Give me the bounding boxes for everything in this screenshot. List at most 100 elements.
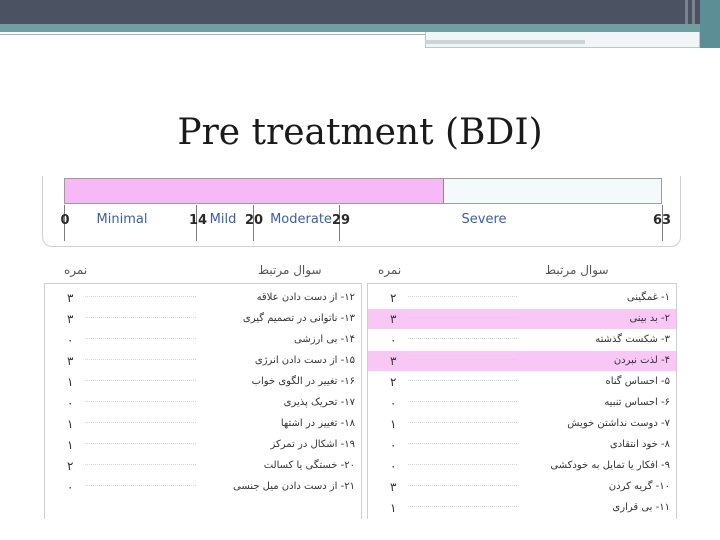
table-row: ۳ ۲- بد بینی — [368, 309, 676, 329]
row-leader-dots — [85, 443, 197, 444]
table-row: ۰ ۳- شکست گذشته — [368, 330, 676, 350]
row-score: ۲ — [390, 375, 397, 389]
row-leader-dots — [408, 380, 517, 381]
row-leader-dots — [85, 422, 197, 423]
right-question-header: سوال مرتبط — [545, 263, 609, 277]
row-question: ۱۲- از دست دادن علاقه — [256, 292, 355, 303]
row-score: ۰ — [67, 396, 74, 410]
table-row: ۱ ۱۹- اشکال در تمرکز — [45, 435, 361, 455]
scale-label-moderate: Moderate — [270, 212, 332, 227]
row-question: ۱۰- گریه کردن — [608, 481, 670, 492]
table-row: ۳ ۱۳- ناتوانی در تصمیم گیری — [45, 309, 361, 329]
row-score: ۳ — [390, 312, 397, 326]
table-row: ۰ ۱۴- بی ارزشی — [45, 330, 361, 350]
row-question: ۱- غمگینی — [626, 292, 670, 303]
row-score: ۱ — [390, 417, 397, 431]
row-score: ۳ — [390, 480, 397, 494]
scale-tick-label: 14 — [188, 213, 208, 228]
row-score: ۰ — [390, 459, 397, 473]
row-question: ۱۶- تغییر در الگوی خواب — [251, 376, 355, 387]
row-leader-dots — [85, 401, 197, 402]
row-score: ۳ — [67, 354, 74, 368]
row-question: ۲۰- خستگی یا کسالت — [263, 460, 355, 471]
table-row: ۲ ۱- غمگینی — [368, 288, 676, 308]
row-leader-dots — [408, 443, 517, 444]
row-question: ۵- احساس گناه — [605, 376, 670, 387]
row-leader-dots — [408, 317, 517, 318]
right-question-table: ۲ ۱- غمگینی ۳ ۲- بد بینی ۰ ۳- شکست گذشته ۳ ۴- ل… — [367, 283, 677, 519]
row-score: ۰ — [390, 396, 397, 410]
row-score: ۲ — [67, 459, 74, 473]
row-score: ۰ — [390, 333, 397, 347]
scale-label-severe: Severe — [461, 212, 507, 227]
row-question: ۱۹- اشکال در تمرکز — [270, 439, 355, 450]
row-score: ۱ — [67, 438, 74, 452]
row-score: ۲ — [390, 291, 397, 305]
row-leader-dots — [408, 296, 517, 297]
scale-label-mild: Mild — [209, 212, 237, 227]
row-score: ۱ — [390, 501, 397, 515]
left-score-header: نمره — [64, 263, 88, 277]
row-leader-dots — [408, 338, 517, 339]
table-row: ۰ ۲۱- از دست دادن میل جنسی — [45, 477, 361, 497]
table-row: ۱ ۷- دوست نداشتن خویش — [368, 414, 676, 434]
row-score: ۱ — [67, 375, 74, 389]
row-question: ۹- افکار یا تمایل به خودکشی — [550, 460, 670, 471]
row-question: ۲۱- از دست دادن میل جنسی — [233, 481, 355, 492]
row-score: ۳ — [67, 291, 74, 305]
left-question-header: سوال مرتبط — [258, 263, 322, 277]
row-leader-dots — [85, 296, 197, 297]
row-question: ۶- احساس تنبیه — [604, 397, 670, 408]
table-row: ۳ ۴- لذت نبردن — [368, 351, 676, 371]
table-row: ۱ ۱۶- تغییر در الگوی خواب — [45, 372, 361, 392]
row-question: ۱۴- بی ارزشی — [294, 334, 355, 345]
slide-title: Pre treatment (BDI) — [177, 112, 543, 153]
row-score: ۱ — [67, 417, 74, 431]
row-question: ۲- بد بینی — [629, 313, 670, 324]
header-panel-line — [425, 40, 585, 44]
severity-scale-bar — [64, 178, 662, 204]
severity-scale-fill — [65, 179, 445, 203]
row-leader-dots — [85, 317, 197, 318]
left-question-table: ۳ ۱۲- از دست دادن علاقه ۳ ۱۳- ناتوانی در تص… — [44, 283, 362, 519]
row-score: ۰ — [390, 438, 397, 452]
header-band — [0, 0, 720, 24]
table-row: ۳ ۱۲- از دست دادن علاقه — [45, 288, 361, 308]
table-row: ۲ ۵- احساس گناه — [368, 372, 676, 392]
row-score: ۰ — [67, 333, 74, 347]
row-leader-dots — [85, 380, 197, 381]
scale-tick-label: 20 — [244, 213, 264, 228]
row-question: ۱۳- ناتوانی در تصمیم گیری — [242, 313, 355, 324]
row-question: ۷- دوست نداشتن خویش — [567, 418, 670, 429]
header-stripe — [685, 0, 688, 24]
table-row: ۱ ۱۱- بی قراری — [368, 498, 676, 518]
row-question: ۱۷- تحریک پذیری — [283, 397, 355, 408]
table-row: ۲ ۲۰- خستگی یا کسالت — [45, 456, 361, 476]
row-question: ۳- شکست گذشته — [595, 334, 670, 345]
row-question: ۱۸- تغییر در اشتها — [280, 418, 355, 429]
row-score: ۰ — [67, 480, 74, 494]
row-question: ۸- خود انتقادی — [609, 439, 670, 450]
right-score-header: نمره — [378, 263, 402, 277]
header-accent-band — [0, 24, 720, 32]
row-leader-dots — [408, 506, 517, 507]
table-row: ۳ ۱۵- از دست دادن انرژی — [45, 351, 361, 371]
scale-tick-label: 0 — [60, 213, 70, 228]
row-leader-dots — [85, 338, 197, 339]
header-stripe — [692, 0, 695, 24]
row-score: ۳ — [67, 312, 74, 326]
row-leader-dots — [408, 401, 517, 402]
scale-label-minimal: Minimal — [96, 212, 148, 227]
scale-tick-label: 29 — [331, 213, 351, 228]
row-leader-dots — [85, 464, 197, 465]
row-leader-dots — [85, 485, 197, 486]
scale-tick-label: 63 — [652, 213, 672, 228]
table-row: ۰ ۸- خود انتقادی — [368, 435, 676, 455]
table-row: ۳ ۱۰- گریه کردن — [368, 477, 676, 497]
row-question: ۴- لذت نبردن — [613, 355, 670, 366]
row-leader-dots — [85, 359, 197, 360]
row-leader-dots — [408, 422, 517, 423]
row-score: ۳ — [390, 354, 397, 368]
table-row: ۰ ۱۷- تحریک پذیری — [45, 393, 361, 413]
row-question: ۱۵- از دست دادن انرژی — [254, 355, 355, 366]
